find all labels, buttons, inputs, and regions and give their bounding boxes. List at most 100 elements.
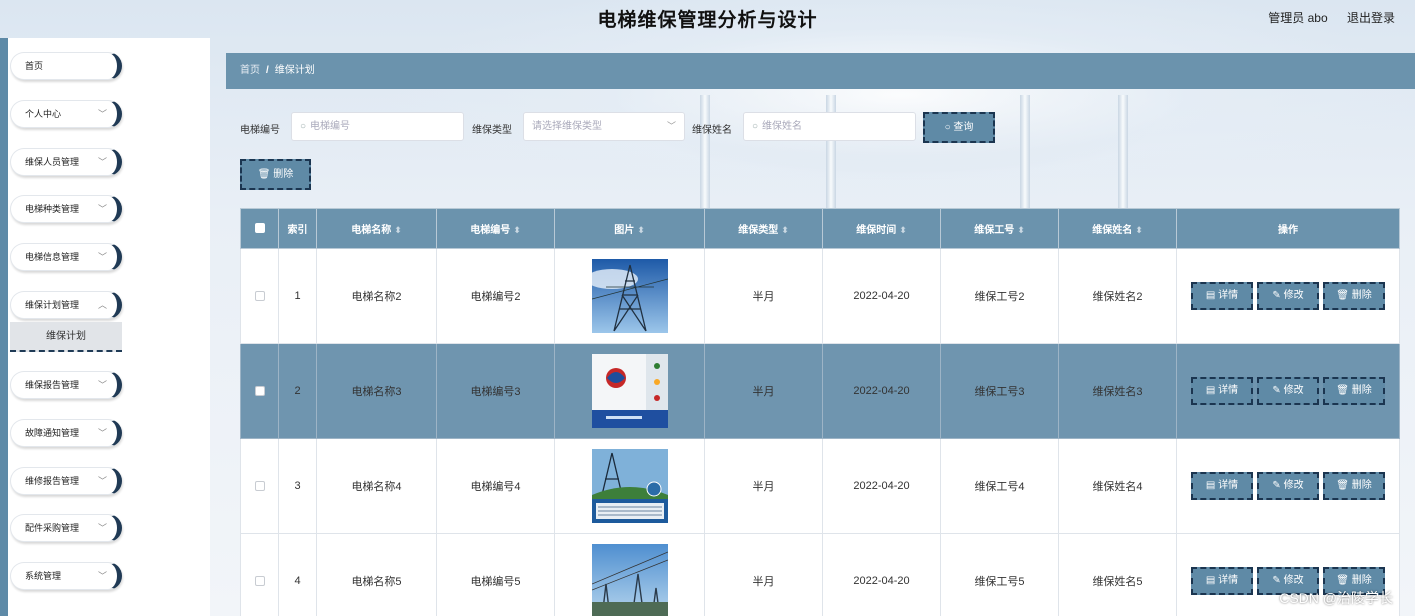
- delete-button[interactable]: 🗑 删除: [1323, 472, 1385, 500]
- search-icon: ○: [944, 122, 951, 133]
- submenu-item-maintenance-plan[interactable]: 维保计划: [10, 322, 122, 352]
- column-header[interactable]: 维保姓名 ⬍: [1058, 208, 1177, 249]
- select-all-cell[interactable]: [240, 208, 279, 249]
- worker-id-cell: 维保工号5: [940, 533, 1059, 616]
- sidebar-item-repair-report[interactable]: 维修报告管理 ﹀: [10, 467, 122, 495]
- sort-icon[interactable]: ⬍: [394, 225, 402, 235]
- table-row[interactable]: 4 电梯名称5 电梯编号5 半月 2022-04-20 维保工号5 维保姓名5: [240, 533, 1400, 616]
- type-filter-label: 维保类型: [472, 125, 512, 136]
- column-header[interactable]: 维保类型 ⬍: [704, 208, 823, 249]
- edit-button[interactable]: ✎ 修改: [1257, 282, 1319, 310]
- column-header[interactable]: 维保时间 ⬍: [822, 208, 941, 249]
- detail-button[interactable]: ▤ 详情: [1191, 472, 1253, 500]
- sort-icon[interactable]: ⬍: [781, 225, 789, 235]
- table-row[interactable]: 3 电梯名称4 电梯编号4 半月 2022-04-20 维保工号4 维保姓名4 …: [240, 438, 1400, 534]
- logout-link[interactable]: 退出登录: [1347, 11, 1395, 25]
- column-header[interactable]: 图片 ⬍: [554, 208, 705, 249]
- column-header[interactable]: 维保工号 ⬍: [940, 208, 1059, 249]
- chevron-down-icon: ﹀: [97, 571, 107, 581]
- edit-button[interactable]: ✎ 修改: [1257, 377, 1319, 405]
- code-placeholder: 电梯编号: [310, 121, 351, 132]
- user-area: 管理员 abo 退出登录: [1252, 9, 1395, 26]
- sidebar-item-home[interactable]: 首页: [10, 52, 122, 80]
- trash-icon: 🗑: [1336, 480, 1349, 491]
- table-row[interactable]: 2 电梯名称3 电梯编号3 半月 2022-04-20 维保工号3 维保姓名3 …: [240, 343, 1400, 439]
- edit-label: 修改: [1283, 385, 1304, 396]
- column-header-label: 维保时间: [856, 225, 897, 236]
- column-header[interactable]: 电梯名称 ⬍: [316, 208, 437, 249]
- breadcrumb-home[interactable]: 首页: [240, 65, 260, 76]
- elevator-name-cell: 电梯名称3: [316, 343, 437, 439]
- index-cell: 1: [278, 248, 317, 344]
- maintenance-time-cell: 2022-04-20: [822, 438, 941, 534]
- sidebar-item-fault-notice[interactable]: 故障通知管理 ﹀: [10, 419, 122, 447]
- document-icon: ▤: [1205, 385, 1216, 396]
- search-icon: ○: [752, 121, 759, 132]
- delete-button[interactable]: 🗑 删除: [1323, 282, 1385, 310]
- name-placeholder: 维保姓名: [762, 121, 803, 132]
- sidebar-item-personal-center[interactable]: 个人中心 ﹀: [10, 100, 122, 128]
- elevator-code-cell: 电梯编号5: [436, 533, 555, 616]
- sort-icon[interactable]: ⬍: [637, 225, 645, 235]
- column-header[interactable]: 电梯编号 ⬍: [436, 208, 555, 249]
- pencil-icon: ✎: [1272, 575, 1281, 586]
- chevron-down-icon: ﹀: [97, 109, 107, 119]
- sidebar-item-label: 电梯信息管理: [25, 252, 80, 262]
- image-cell: [554, 533, 705, 616]
- sidebar-item-staff[interactable]: 维保人员管理 ﹀: [10, 148, 122, 176]
- sidebar-item-maintenance-plan[interactable]: 维保计划管理 ︿: [10, 291, 122, 319]
- column-header: 操作: [1176, 208, 1400, 249]
- column-header-label: 图片: [614, 225, 635, 236]
- maintenance-time-cell: 2022-04-20: [822, 533, 941, 616]
- trash-icon: 🗑: [1336, 385, 1349, 396]
- maintenance-time-cell: 2022-04-20: [822, 248, 941, 344]
- sort-icon[interactable]: ⬍: [1135, 225, 1143, 235]
- sidebar-item-system[interactable]: 系统管理 ﹀: [10, 562, 122, 590]
- delete-button[interactable]: 🗑 删除: [1323, 377, 1385, 405]
- sort-icon[interactable]: ⬍: [513, 225, 521, 235]
- type-placeholder: 请选择维保类型: [532, 121, 602, 132]
- select-all-checkbox[interactable]: [254, 223, 265, 234]
- code-search-input[interactable]: ○ 电梯编号: [291, 112, 464, 141]
- substation-image: [591, 544, 668, 616]
- watermark: CSDN @治陵学长: [1279, 590, 1393, 606]
- table-header-row: 索引 电梯名称 ⬍ 电梯编号 ⬍ 图片 ⬍ 维保类型 ⬍ 维保时间 ⬍ 维保工号 ⬍ 维保姓…: [240, 208, 1400, 249]
- row-select-cell[interactable]: [240, 343, 279, 439]
- row-checkbox[interactable]: [254, 481, 265, 492]
- sidebar-item-label: 个人中心: [25, 109, 62, 119]
- chevron-down-icon: ﹀: [97, 252, 107, 262]
- detail-button[interactable]: ▤ 详情: [1191, 282, 1253, 310]
- row-checkbox[interactable]: [254, 386, 265, 397]
- detail-button[interactable]: ▤ 详情: [1191, 567, 1253, 595]
- row-checkbox[interactable]: [254, 576, 265, 587]
- sort-icon[interactable]: ⬍: [1017, 225, 1025, 235]
- row-select-cell[interactable]: [240, 248, 279, 344]
- sort-icon[interactable]: ⬍: [899, 225, 907, 235]
- name-search-input[interactable]: ○ 维保姓名: [743, 112, 916, 141]
- substation-poster-image: [591, 449, 668, 523]
- edit-button[interactable]: ✎ 修改: [1257, 472, 1319, 500]
- sidebar-item-maintenance-report[interactable]: 维保报告管理 ﹀: [10, 371, 122, 399]
- current-user: 管理员 abo: [1268, 11, 1328, 25]
- column-header-label: 操作: [1278, 225, 1298, 236]
- row-select-cell[interactable]: [240, 438, 279, 534]
- sidebar-item-elevator-types[interactable]: 电梯种类管理 ﹀: [10, 195, 122, 223]
- elevator-name-cell: 电梯名称2: [316, 248, 437, 344]
- delete-label: 删除: [1351, 480, 1372, 491]
- chevron-up-icon: ︿: [97, 300, 107, 310]
- table-row[interactable]: 1 电梯名称2 电梯编号2 半月 2022-04-20 维保工号2 维保姓名2: [240, 248, 1400, 344]
- batch-delete-label: 删除: [273, 169, 294, 180]
- type-select[interactable]: 请选择维保类型 ﹀: [523, 112, 685, 141]
- column-header-label: 维保姓名: [1092, 225, 1133, 236]
- row-checkbox[interactable]: [254, 291, 265, 302]
- batch-delete-button[interactable]: 🗑 删除: [240, 159, 311, 190]
- sidebar-item-label: 系统管理: [25, 571, 62, 581]
- sidebar-item-elevator-info[interactable]: 电梯信息管理 ﹀: [10, 243, 122, 271]
- pencil-icon: ✎: [1272, 290, 1281, 301]
- row-select-cell[interactable]: [240, 533, 279, 616]
- column-header: 索引: [278, 208, 317, 249]
- search-button[interactable]: ○ 查询: [923, 112, 995, 143]
- detail-button[interactable]: ▤ 详情: [1191, 377, 1253, 405]
- sidebar-strip: [0, 38, 8, 616]
- sidebar-item-parts-purchase[interactable]: 配件采购管理 ﹀: [10, 514, 122, 542]
